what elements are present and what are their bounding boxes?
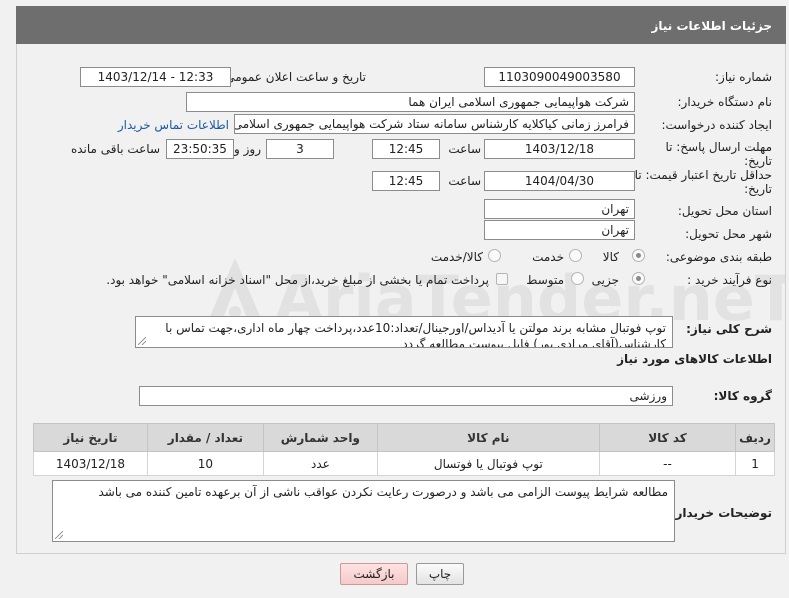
resize-grip-icon[interactable] [55, 531, 63, 539]
reply-deadline-label: مهلت ارسال پاسخ: تا [665, 140, 772, 154]
city-field: تهران [484, 220, 635, 240]
category-option-goods-service: کالا/خدمت [430, 250, 483, 264]
col-unit: واحد شمارش [262, 423, 378, 452]
need-number-field: 1103090049003580 [484, 67, 635, 87]
resize-grip-icon[interactable] [138, 337, 146, 345]
province-label: استان محل تحویل: [677, 204, 772, 218]
description-label: شرح کلی نیاز: [686, 322, 772, 336]
buyer-org-field: شرکت هواپیمایی جمهوری اسلامی ایران هما [186, 92, 635, 112]
price-validity-label: حداقل تاریخ اعتبار قیمت: تا [634, 168, 772, 182]
reply-deadline-time-field: 12:45 [372, 139, 440, 159]
description-text: توپ فوتبال مشابه برند مولتن یا آدیداس/او… [165, 321, 666, 348]
price-validity-time-label: ساعت [448, 174, 481, 188]
table-row: 1 -- توپ فوتبال یا فوتسال عدد 10 1403/12… [33, 451, 775, 476]
category-radio-goods-service[interactable] [488, 249, 501, 262]
treasury-docs-text: پرداخت تمام یا بخشی از مبلغ خرید،از محل … [106, 273, 489, 287]
reply-deadline-time-label: ساعت [448, 142, 481, 156]
price-validity-time-field: 12:45 [372, 171, 440, 191]
cell-unit: عدد [262, 451, 378, 476]
price-validity-label-date: تاریخ: [744, 182, 772, 196]
col-row-number: ردیف [735, 423, 775, 452]
reply-deadline-days-field: 3 [266, 139, 334, 159]
goods-section-title: اطلاعات کالاهای مورد نیاز [617, 352, 772, 366]
cell-need-date: 1403/12/18 [33, 451, 148, 476]
buyer-contact-link[interactable]: اطلاعات تماس خریدار [118, 118, 229, 132]
reply-deadline-days-label: روز و [234, 142, 261, 156]
price-validity-date-field: 1404/04/30 [484, 171, 635, 191]
buyer-notes-textarea[interactable]: مطالعه شرایط پیوست الزامی می باشد و درصو… [52, 480, 675, 542]
back-button[interactable]: بازگشت [340, 563, 408, 585]
requester-label: ایجاد کننده درخواست: [661, 118, 772, 132]
process-option-medium: متوسط [526, 273, 564, 287]
reply-deadline-label-date: تاریخ: [744, 154, 772, 168]
reply-deadline-remaining-field: 23:50:35 [166, 139, 234, 159]
goods-table-header: ردیف کد کالا نام کالا واحد شمارش تعداد /… [33, 423, 775, 452]
province-field: تهران [484, 199, 635, 219]
category-radio-service[interactable] [569, 249, 582, 262]
cell-item-name: توپ فوتبال یا فوتسال [376, 451, 600, 476]
buyer-notes-text: مطالعه شرایط پیوست الزامی می باشد و درصو… [98, 485, 668, 499]
category-option-goods: کالا [602, 250, 619, 264]
description-textarea[interactable]: توپ فوتبال مشابه برند مولتن یا آدیداس/او… [135, 316, 673, 348]
process-type-label: نوع فرآیند خرید : [687, 273, 772, 287]
announce-datetime-label: تاریخ و ساعت اعلان عمومی: [221, 70, 366, 84]
treasury-docs-checkbox[interactable] [496, 273, 508, 285]
reply-deadline-remaining-label: ساعت باقی مانده [70, 142, 160, 156]
goods-group-label: گروه کالا: [713, 389, 772, 403]
category-option-service: خدمت [532, 250, 564, 264]
cell-item-code: -- [598, 451, 737, 476]
col-quantity: تعداد / مقدار [146, 423, 264, 452]
goods-table: ردیف کد کالا نام کالا واحد شمارش تعداد /… [33, 423, 775, 476]
page-title: جزئیات اطلاعات نیاز [16, 6, 786, 44]
requester-field: فرامرز زمانی کیاکلایه کارشناس سامانه ستا… [234, 114, 635, 134]
goods-group-field: ورزشی [139, 386, 673, 406]
reply-deadline-date-field: 1403/12/18 [484, 139, 635, 159]
process-option-minor: جزیی [591, 273, 619, 287]
announce-datetime-field: 1403/12/14 - 12:33 [80, 67, 231, 87]
cell-quantity: 10 [146, 451, 264, 476]
process-radio-medium[interactable] [571, 272, 584, 285]
need-number-label: شماره نیاز: [715, 70, 772, 84]
col-item-name: نام کالا [376, 423, 600, 452]
city-label: شهر محل تحویل: [685, 227, 772, 241]
category-radio-goods[interactable] [632, 249, 645, 262]
process-radio-minor[interactable] [632, 272, 645, 285]
cell-row-number: 1 [735, 451, 775, 476]
print-button[interactable]: چاپ [416, 563, 464, 585]
buyer-org-label: نام دستگاه خریدار: [677, 95, 773, 109]
col-item-code: کد کالا [598, 423, 737, 452]
buyer-notes-label: توضیحات خریدار: [670, 506, 772, 520]
col-need-date: تاریخ نیاز [33, 423, 148, 452]
category-label: طبقه بندی موضوعی: [665, 250, 772, 264]
